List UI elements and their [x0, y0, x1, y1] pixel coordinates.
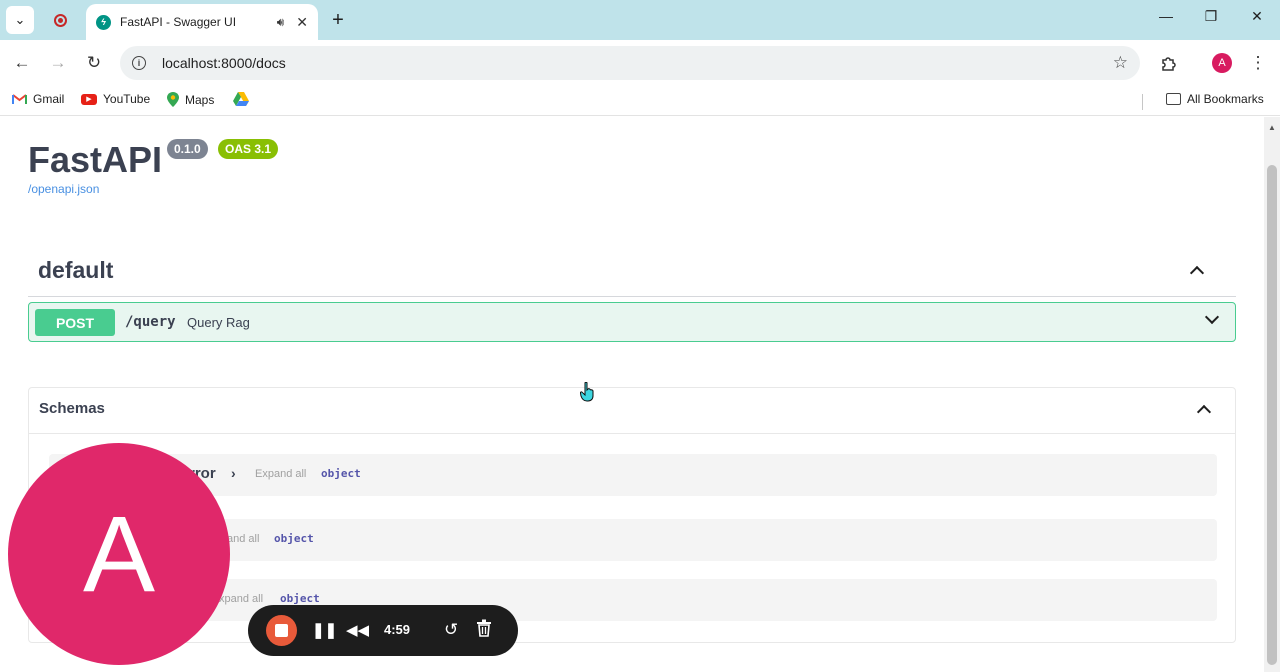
collapse-schemas-button[interactable] [1196, 404, 1215, 423]
gmail-icon [12, 93, 27, 105]
schema-model[interactable]: rror › Expand all object [49, 454, 1217, 496]
recording-timer: 4:59 [384, 622, 411, 637]
rewind-button[interactable]: ◀◀ [346, 621, 369, 639]
back-button[interactable]: ← [10, 51, 34, 75]
bookmark-drive[interactable] [233, 92, 255, 106]
stop-recording-button[interactable] [266, 615, 297, 646]
expand-operation-button[interactable] [1204, 309, 1223, 328]
avatar-initial: A [82, 493, 156, 614]
forward-button[interactable]: → [46, 51, 70, 75]
reload-icon: ↻ [86, 53, 102, 72]
chevron-up-icon [1189, 265, 1205, 281]
version-badge: 0.1.0 [167, 139, 208, 159]
restore-button[interactable]: ❐ [1199, 8, 1223, 25]
folder-icon [1166, 93, 1181, 105]
collapse-tag-button[interactable] [1189, 265, 1208, 284]
recording-control-bar: ❚❚ ◀◀ 4:59 ↺ [248, 605, 518, 656]
youtube-icon: ▶ [81, 93, 97, 105]
expand-all-link[interactable]: Expand all [255, 468, 306, 480]
schemas-header[interactable]: Schemas [29, 388, 1235, 434]
oas-badge: OAS 3.1 [218, 139, 279, 159]
all-bookmarks-label: All Bookmarks [1187, 92, 1264, 106]
browser-tab-bar: ⌄ ϟ FastAPI - Swagger UI 🔊︎ ✕ + — ❐ ✕ [0, 0, 1280, 40]
tag-name: default [38, 257, 114, 283]
profile-avatar[interactable]: A [1212, 53, 1232, 73]
address-bar[interactable]: i localhost:8000/docs ☆ [120, 46, 1140, 80]
expand-all-link[interactable]: and all [227, 533, 259, 545]
operation-post-query[interactable]: POST /query Query Rag [28, 302, 1236, 342]
bookmark-label: Maps [185, 92, 215, 107]
recording-indicator-icon[interactable] [46, 6, 74, 34]
more-vertical-icon: ⋮ [1249, 53, 1267, 72]
arrow-right-icon: → [49, 53, 67, 72]
model-type: object [321, 467, 361, 480]
bookmark-label: YouTube [103, 92, 151, 106]
chevron-right-icon: › [231, 465, 236, 481]
google-drive-icon [233, 92, 249, 106]
stop-icon [275, 624, 288, 637]
bookmark-star-icon[interactable]: ☆ [1113, 53, 1128, 73]
delete-recording-button[interactable] [476, 619, 492, 641]
model-type: object [280, 592, 320, 605]
expand-all-link[interactable]: xpand all [219, 593, 263, 605]
operation-summary: Query Rag [187, 315, 250, 330]
chevron-up-icon [1196, 404, 1212, 420]
tab-title: FastAPI - Swagger UI [120, 15, 237, 29]
site-info-icon[interactable]: i [132, 56, 146, 70]
tab-close-icon[interactable]: ✕ [296, 14, 308, 31]
bookmark-gmail[interactable]: Gmail [12, 92, 64, 106]
bookmark-label: Gmail [33, 92, 65, 106]
reload-button[interactable]: ↻ [82, 51, 106, 75]
minimize-button[interactable]: — [1154, 8, 1178, 24]
trash-icon [477, 619, 491, 637]
bookmarks-separator [1142, 94, 1143, 110]
bookmarks-bar: Gmail ▶ YouTube Maps All Bookmarks [0, 86, 1280, 116]
restart-button[interactable]: ↺ [444, 620, 458, 640]
speaker-icon[interactable]: 🔊︎ [277, 15, 285, 30]
page-scrollbar[interactable]: ▲ [1264, 117, 1280, 672]
model-type: object [274, 532, 314, 545]
arrow-left-icon: ← [13, 53, 31, 72]
api-title: FastAPI [28, 139, 163, 180]
webcam-avatar: A [8, 443, 230, 665]
url-text[interactable]: localhost:8000/docs [162, 55, 1113, 71]
pause-button[interactable]: ❚❚ [312, 621, 337, 639]
new-tab-button[interactable]: + [324, 6, 352, 34]
hand-cursor-icon [580, 382, 594, 402]
schemas-title: Schemas [39, 400, 105, 417]
all-bookmarks-button[interactable]: All Bookmarks [1166, 92, 1264, 106]
extensions-button[interactable] [1156, 51, 1180, 75]
openapi-json-link[interactable]: /openapi.json [28, 182, 99, 196]
scroll-thumb[interactable] [1267, 165, 1277, 665]
puzzle-icon [1161, 56, 1176, 71]
operation-path: /query [125, 314, 176, 330]
browser-toolbar: ← → ↻ i localhost:8000/docs ☆ A ⋮ [0, 40, 1280, 86]
bookmark-youtube[interactable]: ▶ YouTube [81, 92, 150, 106]
bookmark-maps[interactable]: Maps [167, 92, 214, 107]
chevron-down-icon: ⌄ [14, 12, 26, 27]
browser-tab-active[interactable]: ϟ FastAPI - Swagger UI 🔊︎ ✕ [86, 4, 318, 40]
browser-menu-button[interactable]: ⋮ [1246, 51, 1270, 75]
tag-default-header[interactable]: default [28, 245, 1236, 297]
fastapi-favicon-icon: ϟ [96, 14, 111, 30]
scroll-up-arrow-icon[interactable]: ▲ [1268, 123, 1276, 132]
http-method-badge: POST [35, 309, 115, 336]
tab-search-button[interactable]: ⌄ [6, 6, 34, 34]
close-window-button[interactable]: ✕ [1245, 8, 1269, 25]
chevron-down-icon [1204, 309, 1220, 325]
maps-pin-icon [167, 92, 179, 107]
